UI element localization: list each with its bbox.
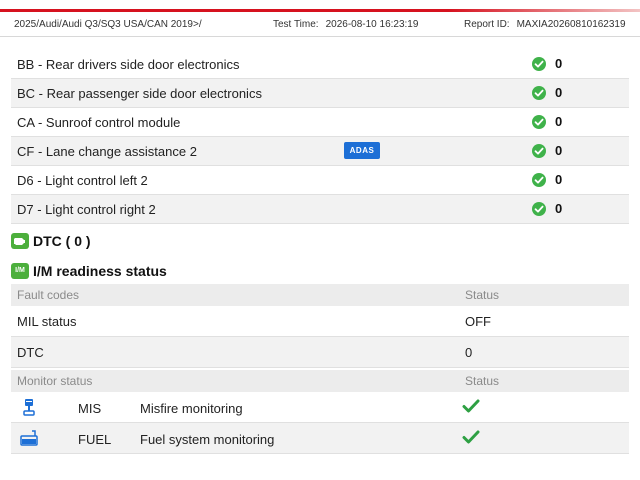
module-dtc-count: 0 (555, 56, 563, 71)
fault-name: MIL status (17, 314, 77, 329)
check-circle-icon (532, 115, 546, 129)
table-row: MIS Misfire monitoring (11, 392, 629, 423)
fault-status: OFF (465, 314, 491, 329)
fault-name: DTC (17, 345, 44, 360)
module-name: BC - Rear passenger side door electronic… (17, 86, 262, 101)
table-header: Monitor status Status (11, 370, 629, 392)
monitor-status-table: Monitor status Status MIS Misfire monito… (11, 370, 629, 454)
table-header: Fault codes Status (11, 284, 629, 306)
fault-status: 0 (465, 345, 473, 360)
module-row: BB - Rear drivers side door electronics … (11, 50, 629, 79)
column-header-fault-codes: Fault codes (17, 288, 80, 302)
table-row: MIL status OFF (11, 306, 629, 337)
module-name: D7 - Light control right 2 (17, 202, 156, 217)
misfire-piston-icon (20, 397, 38, 417)
module-row: CF - Lane change assistance 2 ADAS 0 (11, 137, 629, 166)
check-icon (462, 398, 480, 417)
check-circle-icon (532, 86, 546, 100)
module-row: D7 - Light control right 2 0 (11, 195, 629, 224)
check-circle-icon (532, 202, 546, 216)
monitor-name: Fuel system monitoring (140, 432, 275, 447)
column-header-monitor-status: Monitor status (17, 374, 93, 388)
monitor-abbr: FUEL (78, 432, 112, 447)
module-dtc-count: 0 (555, 143, 563, 158)
report-header: 2025/Audi/Audi Q3/SQ3 USA/CAN 2019>/ Tes… (0, 12, 640, 37)
module-name: BB - Rear drivers side door electronics (17, 57, 240, 72)
report-id-label: Report ID: (464, 19, 510, 30)
monitor-abbr: MIS (78, 401, 102, 416)
check-circle-icon (532, 57, 546, 71)
column-header-status: Status (465, 374, 500, 388)
check-icon (462, 429, 480, 448)
module-name: D6 - Light control left 2 (17, 173, 148, 188)
table-row: FUEL Fuel system monitoring (11, 423, 629, 454)
module-row: D6 - Light control left 2 0 (11, 166, 629, 195)
module-list: BB - Rear drivers side door electronics … (11, 50, 629, 224)
column-header-status: Status (465, 288, 500, 302)
test-time-value: 2026-08-10 16:23:19 (325, 19, 419, 30)
fault-codes-table: Fault codes Status MIL status OFF DTC 0 (11, 284, 629, 368)
im-readiness-icon: I/M (11, 263, 29, 279)
module-dtc-count: 0 (555, 172, 563, 187)
module-dtc-count: 0 (555, 201, 563, 216)
check-circle-icon (532, 173, 546, 187)
fuel-system-icon (20, 428, 38, 448)
module-dtc-count: 0 (555, 85, 563, 100)
adas-badge: ADAS (344, 142, 380, 159)
dtc-section-title: DTC ( 0 ) (33, 233, 91, 249)
check-circle-icon (532, 144, 546, 158)
table-row: DTC 0 (11, 337, 629, 368)
vehicle-path: 2025/Audi/Audi Q3/SQ3 USA/CAN 2019>/ (14, 19, 202, 30)
module-name: CF - Lane change assistance 2 (17, 144, 197, 159)
test-time-label: Test Time: (273, 19, 319, 30)
module-name: CA - Sunroof control module (17, 115, 181, 130)
engine-icon (11, 233, 29, 249)
test-time: Test Time: 2026-08-10 16:23:19 (273, 19, 418, 30)
im-section-title: I/M readiness status (33, 263, 167, 279)
module-row: BC - Rear passenger side door electronic… (11, 79, 629, 108)
report-id: Report ID: MAXIA20260810162319 (464, 19, 626, 30)
module-dtc-count: 0 (555, 114, 563, 129)
module-row: CA - Sunroof control module 0 (11, 108, 629, 137)
monitor-name: Misfire monitoring (140, 401, 243, 416)
report-id-value: MAXIA20260810162319 (516, 19, 626, 30)
